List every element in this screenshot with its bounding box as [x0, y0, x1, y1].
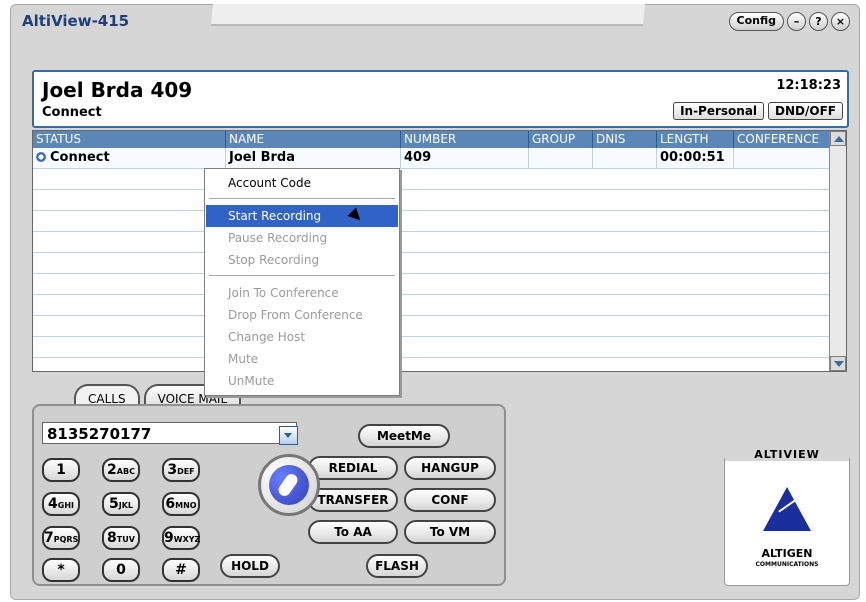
table-row[interactable] [33, 337, 830, 358]
menu-item-join-conference[interactable]: Join To Conference [206, 282, 398, 304]
col-group[interactable]: GROUP [529, 131, 593, 148]
minimize-button[interactable]: – [787, 12, 806, 31]
col-length[interactable]: LENGTH [657, 131, 734, 148]
table-row[interactable] [33, 295, 830, 316]
close-button[interactable]: × [831, 12, 850, 31]
phone-handset-icon [269, 465, 309, 505]
vertical-scrollbar[interactable] [829, 131, 846, 371]
dial-number-input[interactable]: 8135270177 [42, 422, 297, 444]
table-row[interactable] [33, 232, 830, 253]
brand-name: ALTIGEN [761, 547, 813, 560]
presence-dropdown[interactable]: In-Personal [673, 102, 765, 120]
menu-separator [209, 275, 395, 276]
status-text: Connect [50, 150, 110, 165]
calls-grid: STATUS NAME NUMBER GROUP DNIS LENGTH CON… [32, 130, 847, 372]
window-title: AltiView-415 [22, 12, 130, 30]
transfer-button[interactable]: TRANSFER [308, 488, 398, 512]
title-tab-decoration [210, 4, 646, 26]
keypad-9[interactable]: 9WXYZ [162, 526, 200, 550]
to-aa-button[interactable]: To AA [308, 520, 398, 544]
help-button[interactable]: ? [809, 12, 828, 31]
name-cell: Joel Brda [226, 148, 401, 169]
context-menu: Account Code Start Recording Pause Recor… [204, 168, 400, 396]
col-name[interactable]: NAME [226, 131, 401, 148]
to-vm-button[interactable]: To VM [404, 520, 496, 544]
presence-controls: In-Personal DND/OFF [673, 102, 843, 120]
number-cell: 409 [401, 148, 529, 169]
keypad-4[interactable]: 4GHI [42, 492, 80, 516]
caller-name-extension: Joel Brda 409 [42, 78, 193, 102]
connect-icon [36, 152, 46, 162]
menu-item-change-host[interactable]: Change Host [206, 326, 398, 348]
keypad-star[interactable]: * [42, 558, 80, 582]
status-cell: Connect [33, 148, 226, 169]
table-row[interactable] [33, 190, 830, 211]
grid-rows: Connect Joel Brda 409 00:00:51 [33, 148, 830, 358]
col-dnis[interactable]: DNIS [593, 131, 657, 148]
table-row[interactable] [33, 169, 830, 190]
hold-button[interactable]: HOLD [220, 554, 280, 578]
table-row[interactable] [33, 316, 830, 337]
menu-separator [209, 198, 395, 199]
config-button[interactable]: Config [728, 12, 784, 31]
hangup-button[interactable]: HANGUP [404, 456, 496, 480]
keypad-1[interactable]: 1 [42, 458, 80, 482]
keypad-8[interactable]: 8TUV [102, 526, 140, 550]
brand-title: ALTIVIEW [725, 448, 849, 461]
grid-header: STATUS NAME NUMBER GROUP DNIS LENGTH CON… [33, 131, 830, 148]
dial-history-dropdown-icon[interactable] [279, 426, 298, 445]
altigen-logo-icon [763, 487, 811, 531]
keypad-0[interactable]: 0 [102, 558, 140, 582]
keypad-hash[interactable]: # [162, 558, 200, 582]
conf-button[interactable]: CONF [404, 488, 496, 512]
table-row[interactable] [33, 211, 830, 232]
conference-cell [734, 148, 830, 169]
altiview-app: AltiView-415 Config – ? × Joel Brda 409 … [0, 0, 866, 602]
scroll-up-arrow-icon[interactable] [830, 131, 846, 146]
menu-item-start-recording[interactable]: Start Recording [206, 205, 398, 227]
brand-subtitle: COMMUNICATIONS [755, 561, 819, 568]
window-controls: Config – ? × [728, 12, 850, 31]
group-cell [529, 148, 593, 169]
meetme-button[interactable]: MeetMe [358, 424, 450, 448]
length-cell: 00:00:51 [657, 148, 734, 169]
menu-item-pause-recording[interactable]: Pause Recording [206, 227, 398, 249]
menu-item-stop-recording[interactable]: Stop Recording [206, 249, 398, 271]
menu-item-drop-conference[interactable]: Drop From Conference [206, 304, 398, 326]
flash-button[interactable]: FLASH [366, 554, 428, 578]
call-header-panel: Joel Brda 409 Connect 12:18:23 In-Person… [32, 70, 849, 128]
menu-item-mute[interactable]: Mute [206, 348, 398, 370]
call-button[interactable] [258, 454, 320, 516]
keypad-3[interactable]: 3DEF [162, 458, 200, 482]
keypad-5[interactable]: 5JKL [102, 492, 140, 516]
scroll-down-arrow-icon[interactable] [830, 356, 846, 371]
col-number[interactable]: NUMBER [401, 131, 529, 148]
dialer-panel: 8135270177 MeetMe REDIAL HANGUP TRANSFER… [32, 404, 506, 586]
altigen-brand-panel: ALTIVIEW ALTIGEN COMMUNICATIONS [724, 448, 850, 586]
table-row[interactable]: Connect Joel Brda 409 00:00:51 [33, 148, 830, 169]
dnis-cell [593, 148, 657, 169]
keypad-6[interactable]: 6MNO [162, 492, 200, 516]
call-status: Connect [42, 105, 102, 120]
col-status[interactable]: STATUS [33, 131, 226, 148]
menu-item-unmute[interactable]: UnMute [206, 370, 398, 392]
dnd-button[interactable]: DND/OFF [768, 102, 843, 120]
keypad-7[interactable]: 7PQRS [42, 526, 80, 550]
keypad-2[interactable]: 2ABC [102, 458, 140, 482]
col-conference[interactable]: CONFERENCE [734, 131, 830, 148]
menu-item-account-code[interactable]: Account Code [206, 172, 398, 194]
table-row[interactable] [33, 253, 830, 274]
call-time: 12:18:23 [776, 78, 841, 93]
redial-button[interactable]: REDIAL [308, 456, 398, 480]
table-row[interactable] [33, 274, 830, 295]
